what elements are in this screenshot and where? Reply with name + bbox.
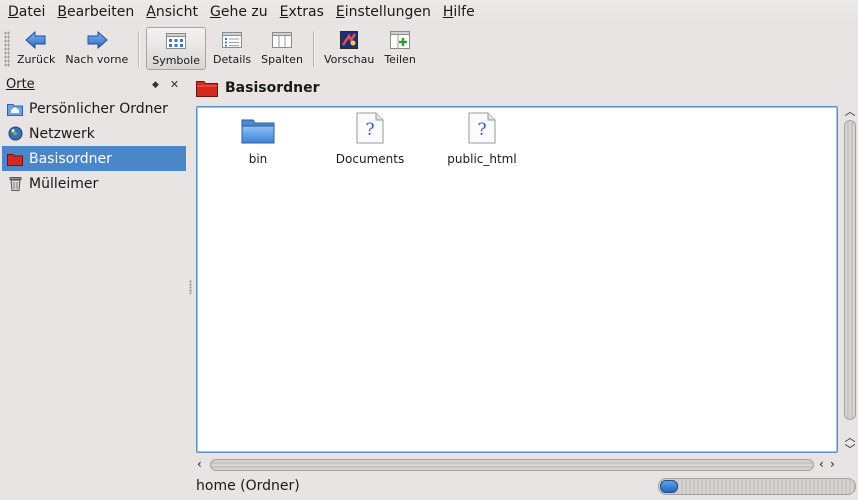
- menu-extras[interactable]: Extras: [274, 1, 330, 23]
- unknown-file-icon: ?: [353, 110, 387, 144]
- toolbar-separator: [312, 31, 314, 67]
- preview-icon: [338, 29, 360, 51]
- panel-splitter[interactable]: [189, 280, 192, 294]
- file-view[interactable]: bin ? Documents ? public_html: [196, 106, 838, 453]
- root-folder-icon: [196, 79, 218, 97]
- scroll-up-icon[interactable]: ︿: [842, 106, 858, 118]
- scroll-right-icon[interactable]: ›: [830, 457, 835, 471]
- back-button[interactable]: Zurück: [12, 25, 60, 73]
- places-panel-header: Orte ◆ ✕: [0, 74, 187, 94]
- horizontal-scroll-track[interactable]: [210, 459, 814, 471]
- scroll-down-icon[interactable]: ﹀: [842, 444, 858, 456]
- root-folder-icon: [7, 151, 23, 167]
- file-item-public-html[interactable]: ? public_html: [427, 107, 537, 166]
- menu-bar: Datei Bearbeiten Ansicht Gehe zu Extras …: [0, 0, 858, 24]
- places-panel: Orte ◆ ✕ Persönlicher Ordner Netzwerk Ba…: [0, 74, 187, 500]
- folder-icon: [241, 110, 275, 144]
- forward-button[interactable]: Nach vorne: [60, 25, 133, 73]
- toolbar-grip[interactable]: [4, 31, 10, 67]
- place-item-trash[interactable]: Mülleimer: [2, 171, 186, 196]
- status-text: home (Ordner): [196, 478, 300, 494]
- trash-icon: [7, 176, 23, 192]
- place-item-root[interactable]: Basisordner: [2, 146, 186, 171]
- zoom-slider-handle[interactable]: [660, 480, 678, 493]
- icon-view-icon: [165, 30, 187, 52]
- vertical-scrollbar[interactable]: ︿ ︿ ﹀: [842, 104, 858, 456]
- float-panel-icon[interactable]: ◆: [149, 78, 162, 91]
- places-panel-title: Orte: [6, 76, 35, 92]
- location-title: Basisordner: [196, 76, 320, 100]
- scroll-left-icon[interactable]: ‹: [197, 457, 202, 471]
- split-view-icon: [389, 29, 411, 51]
- menu-datei[interactable]: Datei: [2, 1, 51, 23]
- menu-einstellungen[interactable]: Einstellungen: [330, 1, 437, 23]
- vertical-scroll-track[interactable]: [844, 120, 856, 420]
- horizontal-scrollbar[interactable]: ‹ ‹ ›: [196, 457, 842, 472]
- vertical-scroll-buttons: ︿ ﹀: [842, 432, 858, 456]
- network-globe-icon: [7, 126, 23, 142]
- icons-view-button[interactable]: Symbole: [146, 27, 206, 70]
- place-item-home[interactable]: Persönlicher Ordner: [2, 96, 186, 121]
- arrow-left-icon: [25, 29, 47, 51]
- places-list: Persönlicher Ordner Netzwerk Basisordner…: [0, 96, 187, 196]
- details-view-icon: [221, 29, 243, 51]
- close-panel-icon[interactable]: ✕: [168, 78, 181, 91]
- columns-view-button[interactable]: Spalten: [256, 25, 308, 73]
- svg-text:?: ?: [477, 120, 486, 140]
- zoom-slider[interactable]: [658, 478, 856, 495]
- columns-view-icon: [271, 29, 293, 51]
- split-view-button[interactable]: Teilen: [379, 25, 420, 73]
- preview-button[interactable]: Vorschau: [319, 25, 379, 73]
- scroll-left-icon[interactable]: ‹: [819, 457, 824, 471]
- toolbar: Zurück Nach vorne Symbole Details Spalte…: [0, 25, 858, 73]
- file-item-documents[interactable]: ? Documents: [315, 107, 425, 166]
- details-view-button[interactable]: Details: [208, 25, 256, 73]
- menu-bearbeiten[interactable]: Bearbeiten: [51, 1, 140, 23]
- menu-ansicht[interactable]: Ansicht: [140, 1, 204, 23]
- arrow-right-icon: [86, 29, 108, 51]
- svg-text:?: ?: [365, 120, 374, 140]
- file-item-bin[interactable]: bin: [203, 107, 313, 166]
- unknown-file-icon: ?: [465, 110, 499, 144]
- menu-gehe-zu[interactable]: Gehe zu: [204, 1, 274, 23]
- menu-hilfe[interactable]: Hilfe: [437, 1, 481, 23]
- place-item-network[interactable]: Netzwerk: [2, 121, 186, 146]
- home-folder-icon: [7, 101, 23, 117]
- toolbar-separator: [138, 31, 140, 67]
